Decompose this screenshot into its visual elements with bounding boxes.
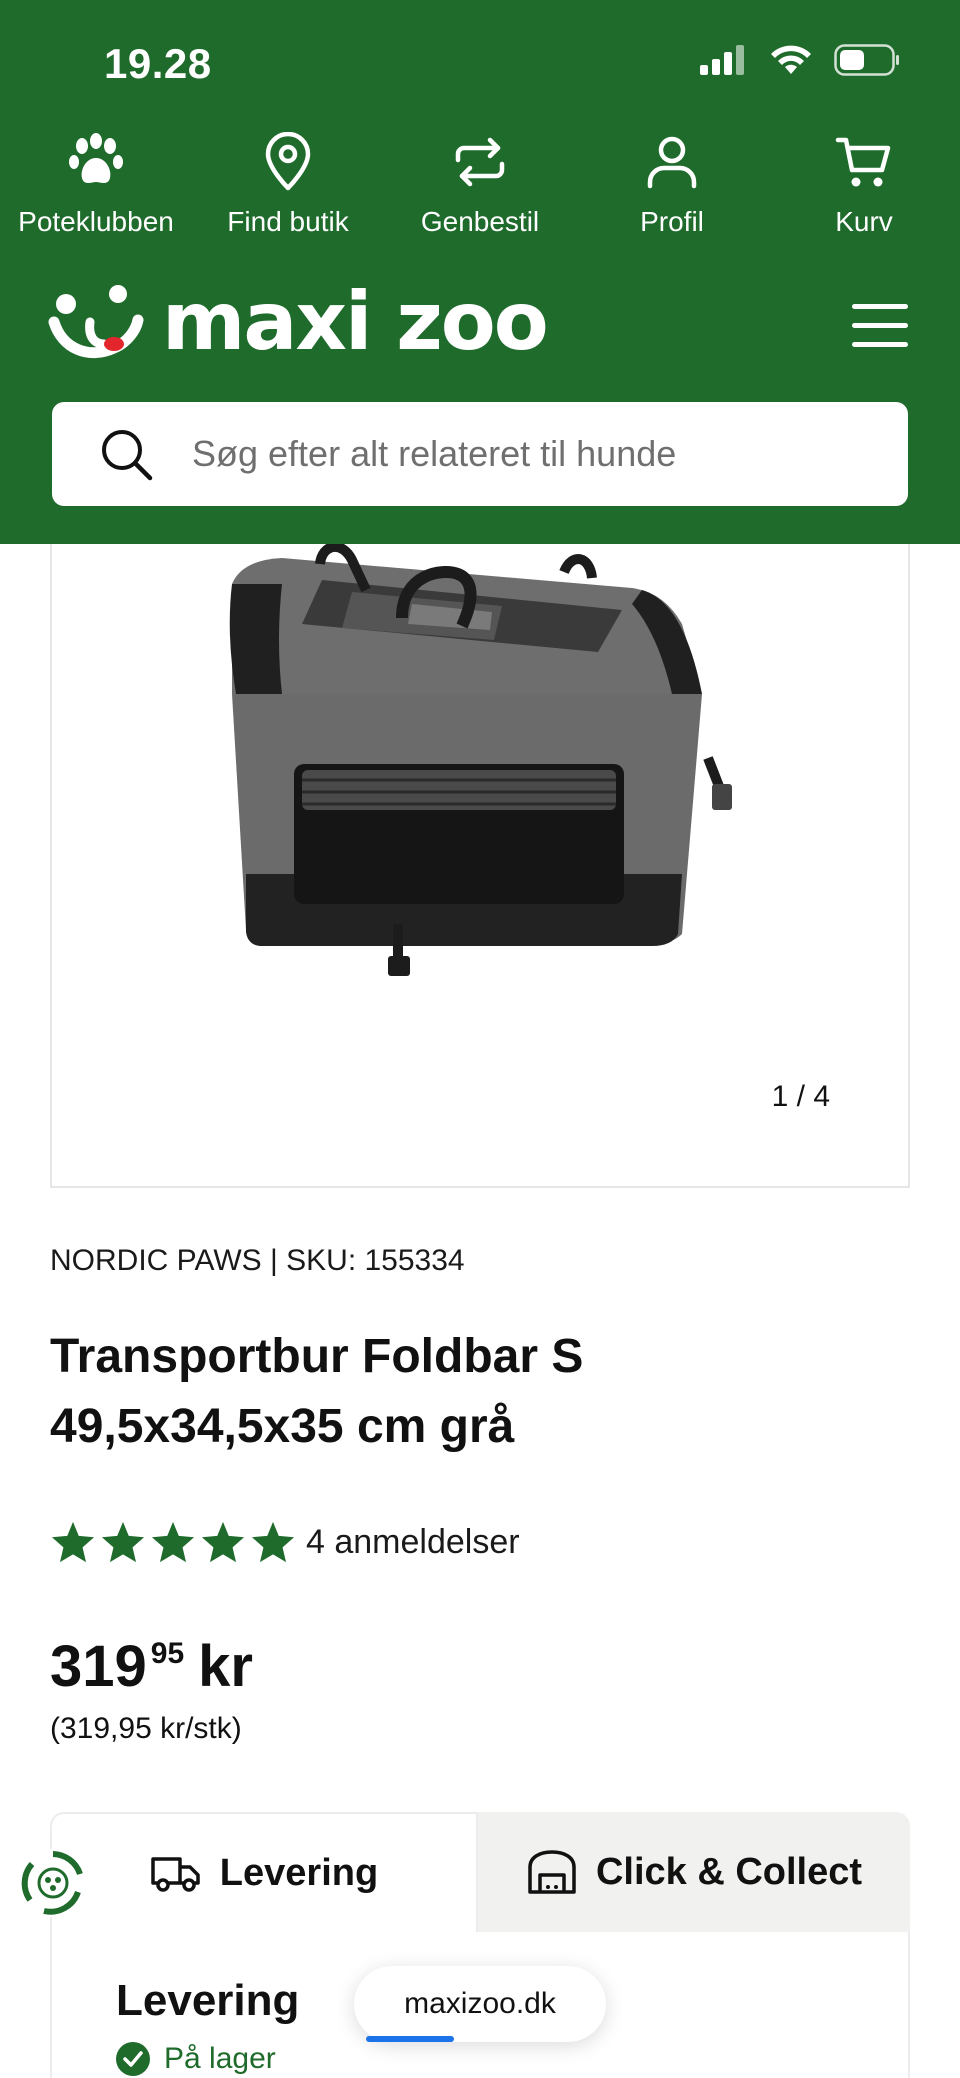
panel-title: Levering: [116, 1976, 300, 2025]
star-icon: [251, 1521, 295, 1563]
cellular-signal-icon: [700, 45, 744, 75]
review-count-link[interactable]: 4 anmeldelser: [306, 1523, 520, 1562]
search-placeholder: Søg efter alt relateret til hunde: [192, 433, 677, 474]
cart-icon: [834, 132, 894, 192]
brand-row: maxi zoo: [0, 282, 960, 378]
stock-status: På lager: [116, 2042, 276, 2076]
nav-label: Poteklubben: [18, 206, 174, 237]
search-icon: [102, 430, 153, 481]
nav-label: Genbestil: [420, 206, 540, 237]
product-image: [229, 544, 732, 976]
star-icon: [51, 1521, 95, 1563]
menu-line: [852, 323, 908, 328]
menu-line: [852, 342, 908, 347]
product-image-gallery[interactable]: 1 / 4: [50, 544, 910, 1188]
truck-icon: [151, 1857, 200, 1892]
hamburger-menu-button[interactable]: [852, 304, 908, 350]
tab-click-and-collect[interactable]: Click & Collect: [478, 1812, 910, 1932]
product-rating[interactable]: 4 anmeldelser: [50, 1520, 520, 1564]
page-load-progress: [366, 2036, 454, 2042]
battery-icon: [834, 44, 899, 76]
unit-price: (319,95 kr/stk): [50, 1712, 242, 1745]
gallery-page-counter: 1 / 4: [771, 1080, 830, 1113]
star-icon: [101, 1521, 145, 1563]
logo-face-icon: [48, 285, 144, 359]
status-time: 19.28: [104, 40, 212, 87]
map-pin-icon: [258, 132, 318, 192]
browser-url-bar[interactable]: maxizoo.dk: [354, 1966, 606, 2042]
user-icon: [642, 132, 702, 192]
brand-sku: NORDIC PAWS | SKU: 155334: [50, 1244, 465, 1277]
nav-kurv[interactable]: Kurv: [768, 132, 960, 252]
price-currency: kr: [198, 1634, 253, 1699]
product-price: 319 95 kr: [50, 1632, 253, 1702]
product-title: Transportbur Foldbar S 49,5x34,5x35 cm g…: [50, 1330, 584, 1453]
nav-label: Kurv: [835, 206, 893, 237]
star-icon: [151, 1521, 195, 1563]
repeat-icon: [450, 132, 510, 192]
menu-line: [852, 304, 908, 309]
price-decimals: 95: [150, 1637, 185, 1670]
top-navigation: Poteklubben Find butik Genbestil Profil …: [0, 132, 960, 252]
nav-profil[interactable]: Profil: [576, 132, 768, 252]
nav-genbestil[interactable]: Genbestil: [384, 132, 576, 252]
site-header: 19.28 Poteklubben Find butik Genbestil P…: [0, 0, 960, 544]
store-icon: [528, 1850, 576, 1894]
maxi-zoo-logo[interactable]: maxi zoo: [48, 275, 549, 368]
recommerce-widget-button[interactable]: [18, 1848, 88, 1918]
star-rating: [50, 1520, 296, 1564]
tab-label: Levering: [219, 1851, 379, 1894]
price-integer: 319: [50, 1634, 147, 1699]
nav-poteklubben[interactable]: Poteklubben: [0, 132, 192, 252]
nav-label: Profil: [640, 206, 704, 237]
check-circle-icon: [116, 2042, 150, 2076]
logo-text: maxi zoo: [162, 275, 549, 368]
tab-label: Click & Collect: [595, 1850, 863, 1893]
tab-levering[interactable]: Levering: [50, 1812, 478, 1932]
recycle-icon: [19, 1849, 87, 1917]
status-icons: [700, 44, 900, 76]
stock-label: På lager: [164, 2042, 276, 2075]
status-bar: 19.28: [0, 0, 960, 120]
search-input[interactable]: Søg efter alt relateret til hunde: [52, 402, 908, 506]
wifi-icon: [771, 45, 811, 74]
paw-icon: [66, 132, 126, 192]
nav-find-butik[interactable]: Find butik: [192, 132, 384, 252]
star-icon: [201, 1521, 245, 1563]
nav-label: Find butik: [227, 206, 349, 237]
